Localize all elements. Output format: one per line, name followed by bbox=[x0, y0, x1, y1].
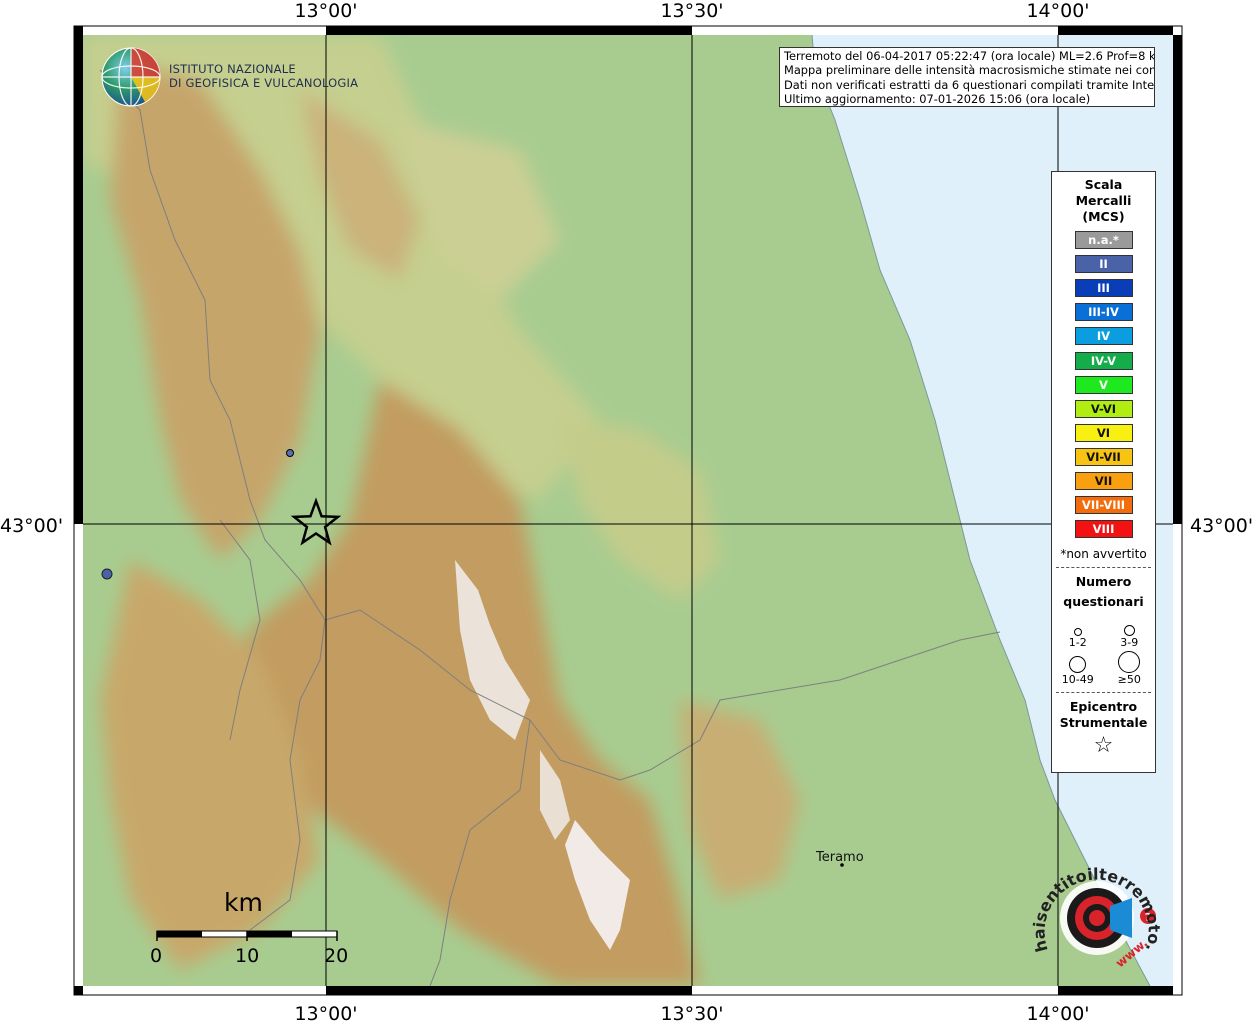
legend-separator bbox=[1056, 692, 1151, 694]
circle-size-10-49: 10-49 bbox=[1052, 651, 1104, 686]
legend-separator bbox=[1056, 567, 1151, 569]
intensity-point-small[interactable] bbox=[286, 449, 294, 457]
info-line-1: Terremoto del 06-04-2017 05:22:47 (ora l… bbox=[784, 49, 1155, 63]
legend-panel: Scala Mercalli (MCS) n.a.* II III III-IV IV I… bbox=[1051, 171, 1156, 773]
terrain bbox=[83, 35, 1173, 986]
ingv-logo-text: ISTITUTO NAZIONALE DI GEOFISICA E VULCAN… bbox=[169, 62, 358, 90]
mcs-swatch: V-VI bbox=[1074, 399, 1133, 418]
lon-label-bottom-right: 14°00' bbox=[1026, 1003, 1089, 1024]
lat-label-left: 43°00' bbox=[0, 515, 63, 537]
circle-size-3-9: 3-9 bbox=[1104, 614, 1156, 649]
lat-label-right: 43°00' bbox=[1190, 515, 1253, 537]
questionnaires-title: Numero questionari bbox=[1063, 574, 1144, 610]
city-label-teramo: Teramo bbox=[816, 850, 864, 865]
earthquake-info-box: Terremoto del 06-04-2017 05:22:47 (ora l… bbox=[779, 47, 1155, 107]
circle-icon bbox=[1123, 625, 1135, 637]
mcs-swatch: VII bbox=[1074, 472, 1133, 491]
info-line-4: Ultimo aggiornamento: 07-01-2026 15:06 (… bbox=[784, 92, 1091, 107]
mcs-swatch: III bbox=[1074, 279, 1133, 298]
mcs-swatch: IV bbox=[1074, 327, 1133, 346]
lon-label-bottom-left: 13°00' bbox=[294, 1003, 357, 1024]
intensity-point[interactable] bbox=[101, 568, 113, 580]
lon-label-top-center: 13°30' bbox=[660, 0, 723, 22]
mcs-swatch: IV-V bbox=[1074, 351, 1133, 370]
mcs-swatch: VIII bbox=[1074, 520, 1133, 539]
scale-bar-tick-20: 20 bbox=[324, 945, 349, 967]
lon-label-top-right: 14°00' bbox=[1026, 0, 1089, 22]
mcs-swatch: II bbox=[1074, 255, 1133, 274]
lon-label-top-left: 13°00' bbox=[294, 0, 357, 22]
scale-bar-tick-0: 0 bbox=[150, 945, 163, 967]
lon-label-bottom-center: 13°30' bbox=[660, 1003, 723, 1024]
scale-bar-unit: km bbox=[224, 888, 263, 917]
circle-icon bbox=[1069, 656, 1087, 674]
circle-icon bbox=[1073, 628, 1082, 637]
mcs-swatch: n.a.* bbox=[1074, 231, 1133, 250]
mcs-scale-list: n.a.* II III III-IV IV IV-V V V-VI VI VI-VII VII VI… bbox=[1052, 231, 1155, 539]
legend-note: *non avvertito bbox=[1060, 547, 1147, 562]
mcs-swatch: VII-VIII bbox=[1074, 496, 1133, 515]
legend-title: Scala Mercalli (MCS) bbox=[1075, 177, 1132, 224]
ingv-globe-logo bbox=[101, 47, 161, 107]
info-line-3: Dati non verificati estratti da 6 questi… bbox=[784, 77, 1155, 92]
circle-size-1-2: 1-2 bbox=[1052, 614, 1104, 649]
circle-icon bbox=[1118, 651, 1141, 674]
mcs-swatch: V bbox=[1074, 375, 1133, 394]
epicenter-title: Epicentro Strumentale bbox=[1059, 699, 1148, 731]
questionnaire-circles: 1-2 3-9 10-49 ≥50 bbox=[1052, 614, 1155, 686]
logo-line-1: ISTITUTO NAZIONALE bbox=[169, 62, 296, 76]
scale-bar-tick-10: 10 bbox=[235, 945, 260, 967]
info-line-2: Mappa preliminare delle intensità macros… bbox=[784, 63, 1155, 78]
mcs-swatch: VI-VII bbox=[1074, 447, 1133, 466]
logo-line-2: DI GEOFISICA E VULCANOLOGIA bbox=[169, 76, 359, 90]
mcs-swatch: VI bbox=[1074, 423, 1133, 442]
mcs-swatch: III-IV bbox=[1074, 303, 1133, 322]
epicenter-star-icon: ☆ bbox=[1093, 733, 1114, 759]
circle-size-50-plus: ≥50 bbox=[1104, 651, 1156, 686]
